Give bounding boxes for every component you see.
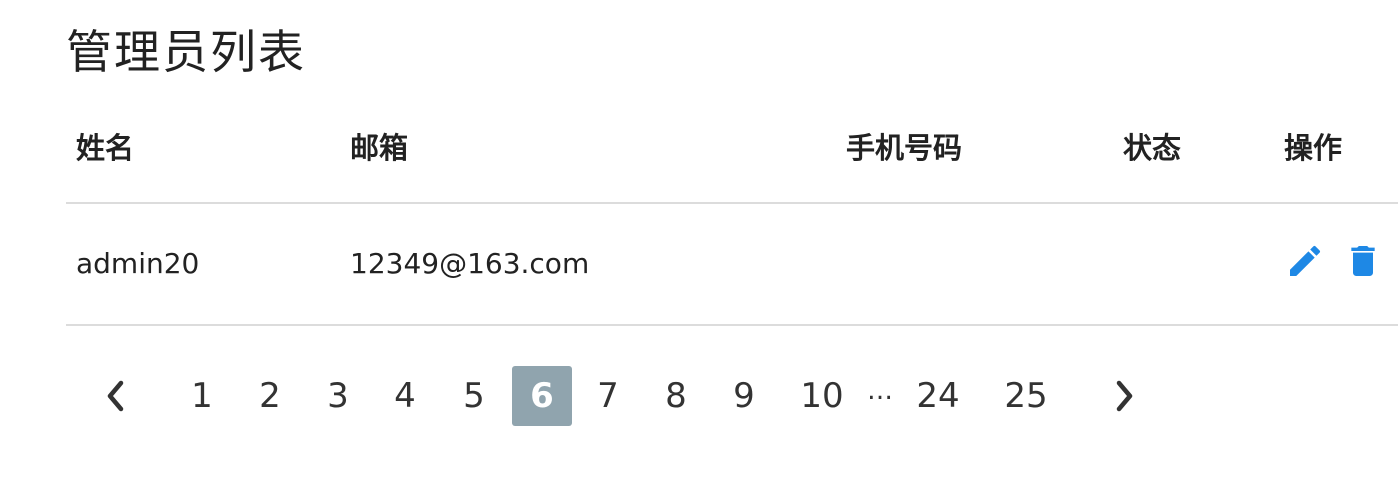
delete-button[interactable] bbox=[1342, 240, 1384, 282]
page-8[interactable]: 8 bbox=[654, 366, 698, 426]
pencil-icon bbox=[1290, 245, 1321, 276]
prev-page-button[interactable] bbox=[96, 366, 136, 426]
trash-icon bbox=[1351, 246, 1375, 276]
table-header-row: 姓名 邮箱 手机号码 状态 操作 bbox=[66, 100, 1398, 204]
header-status: 状态 bbox=[1123, 131, 1182, 165]
pagination: 1 2 3 4 5 6 7 8 9 10 … 24 25 bbox=[66, 366, 1266, 426]
cell-name: admin20 bbox=[76, 247, 200, 280]
page-2[interactable]: 2 bbox=[248, 366, 292, 426]
header-phone: 手机号码 bbox=[846, 131, 963, 165]
page-24[interactable]: 24 bbox=[906, 366, 970, 426]
chevron-left-icon bbox=[107, 380, 124, 412]
page-7[interactable]: 7 bbox=[586, 366, 630, 426]
cell-email: 12349@163.com bbox=[350, 247, 590, 280]
page-ellipsis: … bbox=[867, 376, 893, 406]
header-email: 邮箱 bbox=[350, 131, 409, 165]
page-1[interactable]: 1 bbox=[180, 366, 224, 426]
admin-list-page: 管理员列表 姓名 邮箱 手机号码 状态 操作 admin20 12349@163… bbox=[0, 0, 1398, 482]
page-9[interactable]: 9 bbox=[722, 366, 766, 426]
table-row: admin20 12349@163.com bbox=[66, 204, 1398, 326]
next-page-button[interactable] bbox=[1104, 366, 1144, 426]
row-actions bbox=[1284, 240, 1384, 282]
page-25[interactable]: 25 bbox=[994, 366, 1058, 426]
header-actions: 操作 bbox=[1284, 131, 1343, 165]
page-3[interactable]: 3 bbox=[316, 366, 360, 426]
page-6-current[interactable]: 6 bbox=[512, 366, 572, 426]
edit-button[interactable] bbox=[1284, 240, 1326, 282]
page-title: 管理员列表 bbox=[66, 25, 306, 79]
page-5[interactable]: 5 bbox=[452, 366, 496, 426]
admin-table: 姓名 邮箱 手机号码 状态 操作 admin20 12349@163.com bbox=[66, 100, 1398, 326]
header-name: 姓名 bbox=[76, 131, 135, 165]
page-10[interactable]: 10 bbox=[790, 366, 854, 426]
chevron-right-icon bbox=[1116, 380, 1133, 412]
page-4[interactable]: 4 bbox=[383, 366, 427, 426]
